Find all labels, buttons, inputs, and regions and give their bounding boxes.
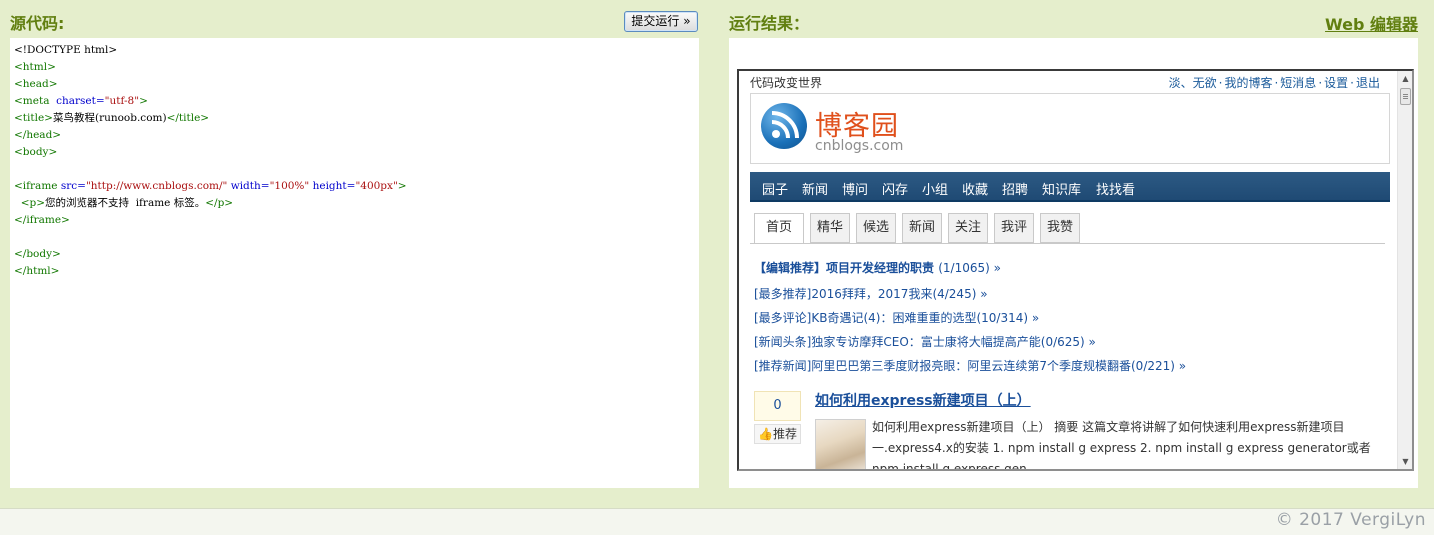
editor-pick-link[interactable]: 【编辑推荐】项目开发经理的职责 (1/1065) »	[754, 259, 1001, 276]
rss-logo-icon[interactable]	[761, 103, 807, 149]
recommend-button[interactable]: 👍推荐	[754, 424, 801, 444]
user-link-settings[interactable]: 设置	[1324, 76, 1348, 90]
tab-divider	[750, 243, 1385, 244]
editor-pick-label[interactable]: 【编辑推荐】项目开发经理的职责	[754, 261, 934, 275]
user-link-logout[interactable]: 退出	[1356, 76, 1380, 90]
user-link-name[interactable]: 淡、无欲	[1169, 76, 1217, 90]
code-line: </html>	[14, 263, 695, 280]
code-token: "100%"	[269, 180, 310, 192]
code-token: 您的浏览器不支持 iframe 标签。	[45, 197, 206, 209]
code-token: </p>	[205, 197, 234, 209]
code-editor[interactable]: <!DOCTYPE html> <html> <head> <meta charset…	[10, 38, 699, 488]
page-footer	[0, 508, 1434, 535]
code-token: "http://www.cnblogs.com/"	[85, 180, 228, 192]
code-token: </title>	[166, 112, 210, 124]
news-link[interactable]: [最多推荐]2016拜拜，2017我来(4/245) »	[754, 285, 988, 302]
nav-item-yuanzi[interactable]: 园子	[762, 179, 788, 198]
code-line: <head>	[14, 76, 695, 93]
code-line: <!DOCTYPE html>	[14, 42, 695, 59]
code-token: <!DOCTYPE html>	[14, 44, 118, 56]
code-token: charset=	[56, 95, 105, 107]
nav-item-news[interactable]: 新闻	[802, 179, 828, 198]
recommend-label: 推荐	[772, 427, 797, 441]
iframe-content: 代码改变世界 淡、无欲 · 我的博客 · 短消息 · 设置 · 退出 博客园 cnb	[739, 71, 1397, 469]
post-summary: 如何利用express新建项目（上） 摘要 这篇文章将讲解了如何快速利用expr…	[872, 420, 1371, 469]
code-token: <body>	[14, 146, 58, 158]
code-line: <title>菜鸟教程(runoob.com)</title>	[14, 110, 695, 127]
site-header: 博客园 cnblogs.com	[750, 93, 1390, 164]
tab-my-comments[interactable]: 我评	[994, 213, 1034, 243]
nav-item-search[interactable]: 找找看	[1096, 179, 1135, 198]
code-line: <p>您的浏览器不支持 iframe 标签。</p>	[14, 195, 695, 212]
user-links: 淡、无欲 · 我的博客 · 短消息 · 设置 · 退出	[1168, 76, 1380, 90]
nav-item-jobs[interactable]: 招聘	[1002, 179, 1028, 198]
code-token: >	[397, 180, 407, 192]
tab-news[interactable]: 新闻	[902, 213, 942, 243]
editor-pick-count: (1/1065) »	[938, 261, 1001, 275]
scroll-thumb[interactable]	[1400, 88, 1411, 105]
code-line: <body>	[14, 144, 695, 161]
nav-item-groups[interactable]: 小组	[922, 179, 948, 198]
tab-home[interactable]: 首页	[754, 213, 804, 244]
code-token: </body>	[14, 248, 61, 260]
nav-item-favorites[interactable]: 收藏	[962, 179, 988, 198]
web-editor-link[interactable]: Web 编辑器	[1325, 11, 1418, 35]
vote-count: 0	[754, 391, 801, 421]
thumbs-up-icon: 👍	[758, 427, 773, 441]
post-title-link[interactable]: 如何利用express新建项目（上）	[815, 390, 1031, 410]
iframe-frame: 代码改变世界 淡、无欲 · 我的博客 · 短消息 · 设置 · 退出 博客园 cnb	[737, 69, 1414, 471]
news-link[interactable]: [推荐新闻]阿里巴巴第三季度财报亮眼：阿里云连续第7个季度规模翻番(0/221)…	[754, 357, 1186, 374]
site-top-bar: 代码改变世界 淡、无欲 · 我的博客 · 短消息 · 设置 · 退出	[750, 74, 1390, 90]
code-token: </head>	[14, 129, 62, 141]
code-token: "utf-8"	[104, 95, 140, 107]
code-token: width=	[227, 180, 270, 192]
code-token: src=	[60, 180, 86, 192]
code-token: <meta	[14, 95, 57, 107]
code-line: </head>	[14, 127, 695, 144]
code-token: >	[139, 95, 148, 107]
watermark: © 2017 VergiLyn	[1275, 510, 1426, 530]
tab-following[interactable]: 关注	[948, 213, 988, 243]
code-token: 菜鸟教程(runoob.com)	[52, 112, 167, 124]
submit-run-button[interactable]: 提交运行 »	[624, 11, 698, 32]
code-token: "400px"	[355, 180, 398, 192]
code-token: </iframe>	[14, 214, 70, 226]
code-line: </iframe>	[14, 212, 695, 229]
nav-item-kb[interactable]: 知识库	[1042, 179, 1081, 198]
code-token: </html>	[14, 265, 60, 277]
tab-candidates[interactable]: 候选	[856, 213, 896, 243]
news-link[interactable]: [最多评论]KB奇遇记(4)：困难重重的选型(10/314) »	[754, 309, 1039, 326]
nav-item-flash[interactable]: 闪存	[882, 179, 908, 198]
nav-item-questions[interactable]: 博问	[842, 179, 868, 198]
code-line: <meta charset="utf-8">	[14, 93, 695, 110]
code-token: <html>	[14, 61, 56, 73]
code-line: </body>	[14, 246, 695, 263]
code-line: <iframe src="http://www.cnblogs.com/" wi…	[14, 178, 695, 195]
run-result-title: 运行结果：	[729, 14, 810, 33]
scroll-up-arrow-icon[interactable]: ▲	[1398, 71, 1412, 86]
code-token: <head>	[14, 78, 58, 90]
code-line: <html>	[14, 59, 695, 76]
code-token: <p>	[20, 197, 46, 209]
site-slogan: 代码改变世界	[750, 76, 823, 90]
code-token: height=	[309, 180, 356, 192]
user-link-my-blog[interactable]: 我的博客	[1224, 76, 1272, 90]
tab-my-likes[interactable]: 我赞	[1040, 213, 1080, 243]
post-thumbnail[interactable]	[815, 419, 866, 469]
code-token: <iframe	[14, 180, 61, 192]
source-code-title: 源代码:	[10, 14, 65, 33]
iframe-scrollbar[interactable]: ▲ ▼	[1397, 71, 1412, 469]
try-it-editor: 源代码: 提交运行 » <!DOCTYPE html> <html> <head> <…	[0, 0, 1434, 508]
news-link[interactable]: [新闻头条]独家专访摩拜CEO：富士康将大幅提高产能(0/625) »	[754, 333, 1096, 350]
result-panel: 代码改变世界 淡、无欲 · 我的博客 · 短消息 · 设置 · 退出 博客园 cnb	[729, 38, 1418, 488]
site-logo-subtext: cnblogs.com	[815, 138, 904, 154]
user-link-messages[interactable]: 短消息	[1280, 76, 1316, 90]
code-token: <title>	[14, 112, 53, 124]
tab-featured[interactable]: 精华	[810, 213, 850, 243]
site-nav: 园子 新闻 博问 闪存 小组 收藏 招聘 知识库 找找看	[750, 172, 1390, 202]
scroll-down-arrow-icon[interactable]: ▼	[1398, 454, 1412, 469]
